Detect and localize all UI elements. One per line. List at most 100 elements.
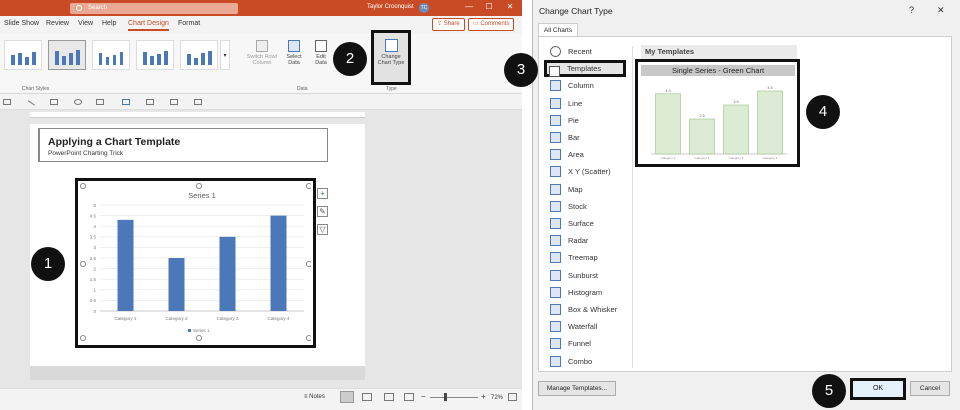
chart-category-recent[interactable]: Recent bbox=[548, 43, 628, 60]
template-chart-svg[interactable]: 4.3 Category 1 2.5 Category 2 3.5 Category 3 4… bbox=[643, 78, 793, 162]
share-button[interactable]: ⇪ Share bbox=[432, 18, 465, 31]
manage-templates-button[interactable]: Manage Templates... bbox=[538, 381, 616, 396]
template-x-tick-label: Category 1 bbox=[661, 156, 676, 160]
tab-chart-design[interactable]: Chart Design bbox=[128, 20, 169, 31]
chart-category-label: Area bbox=[568, 150, 584, 160]
chart-styles-brush-icon[interactable]: ✎ bbox=[317, 206, 328, 217]
change-chart-type-button[interactable]: Change Chart Type bbox=[371, 30, 411, 85]
comments-button[interactable]: ▭ Comments bbox=[468, 18, 515, 31]
y-tick-label: 4 bbox=[93, 224, 96, 229]
zoom-in-button[interactable]: + bbox=[481, 392, 486, 401]
chart-category-line[interactable]: Line bbox=[548, 95, 628, 112]
legend-swatch bbox=[188, 329, 191, 332]
chart-category-surface[interactable]: Surface bbox=[548, 215, 628, 232]
normal-view-button[interactable] bbox=[340, 391, 354, 403]
chart-style-4[interactable] bbox=[136, 40, 174, 70]
chart-category-pie[interactable]: Pie bbox=[548, 112, 628, 129]
zoom-level[interactable]: 72% bbox=[491, 395, 503, 401]
zoom-slider[interactable] bbox=[430, 397, 478, 398]
chart-category-column[interactable]: Column bbox=[548, 77, 628, 94]
resize-handle[interactable] bbox=[306, 183, 311, 189]
chart-category-combo[interactable]: Combo bbox=[548, 353, 628, 370]
group-icon[interactable] bbox=[146, 99, 154, 105]
template-x-tick-label: Category 4 bbox=[763, 156, 778, 160]
chart-category-bar[interactable]: Bar bbox=[548, 129, 628, 146]
fit-slide-icon[interactable] bbox=[508, 393, 517, 401]
chart-category-waterfall[interactable]: Waterfall bbox=[548, 318, 628, 335]
chart-category-radar[interactable]: Radar bbox=[548, 232, 628, 249]
arrange-icon[interactable] bbox=[96, 99, 104, 105]
chart-svg[interactable]: Series 1 0 0.5 1 1.5 2 2.5 3 3.5 4 4.5 5 Category 1 C… bbox=[80, 183, 311, 343]
zoom-out-button[interactable]: − bbox=[421, 392, 426, 401]
y-tick-label: 3 bbox=[93, 245, 96, 250]
resize-handle[interactable] bbox=[306, 335, 311, 341]
select-data-button[interactable]: Select Data bbox=[282, 40, 306, 66]
chart-category-histogram[interactable]: Histogram bbox=[548, 284, 628, 301]
chart-category-area[interactable]: Area bbox=[548, 146, 628, 163]
tab-view[interactable]: View bbox=[78, 20, 93, 27]
selection-icon[interactable] bbox=[194, 99, 202, 105]
resize-handle[interactable] bbox=[196, 183, 203, 189]
chart-category-map[interactable]: Map bbox=[548, 181, 628, 198]
text-box-icon[interactable] bbox=[50, 99, 58, 105]
y-tick-label: 2 bbox=[93, 266, 96, 271]
pie-icon bbox=[550, 114, 561, 126]
slide-title[interactable]: Applying a Chart Template bbox=[48, 136, 180, 148]
slide-subtitle[interactable]: PowerPoint Charting Trick bbox=[48, 150, 123, 157]
type-group-label: Type bbox=[386, 86, 397, 92]
minimize-icon[interactable]: — bbox=[462, 2, 476, 11]
chart-category-treemap[interactable]: Treemap bbox=[548, 249, 628, 266]
notes-button[interactable]: ≡ Notes bbox=[304, 394, 325, 400]
avatar[interactable]: TC bbox=[419, 3, 429, 13]
dialog-close-button[interactable]: ✕ bbox=[937, 5, 945, 16]
tab-format[interactable]: Format bbox=[178, 20, 200, 27]
close-icon[interactable]: ✕ bbox=[503, 2, 517, 11]
tab-all-charts[interactable]: All Charts bbox=[538, 23, 578, 37]
slide-sorter-button[interactable] bbox=[362, 393, 372, 401]
help-button[interactable]: ? bbox=[909, 5, 914, 15]
tab-help[interactable]: Help bbox=[102, 20, 116, 27]
chart-category-label: Recent bbox=[568, 47, 592, 56]
chart-style-1[interactable] bbox=[4, 40, 42, 70]
resize-handle[interactable] bbox=[80, 183, 86, 189]
chart-style-3[interactable] bbox=[92, 40, 130, 70]
edit-data-icon bbox=[315, 40, 327, 52]
bar-3 bbox=[219, 236, 236, 311]
slideshow-button[interactable] bbox=[404, 393, 414, 401]
box-whisker-icon bbox=[550, 304, 561, 315]
tab-review[interactable]: Review bbox=[46, 20, 69, 27]
chart-styles-more-button[interactable]: ▾ bbox=[220, 40, 230, 70]
chart-style-2[interactable] bbox=[48, 40, 86, 70]
zoom-slider-thumb[interactable] bbox=[444, 393, 447, 401]
chart-elements-icon[interactable]: + bbox=[317, 188, 328, 199]
share-label: Share bbox=[443, 21, 460, 27]
template-x-tick-label: Category 2 bbox=[695, 156, 710, 160]
cancel-button[interactable]: Cancel bbox=[910, 381, 950, 396]
chart-category-stock[interactable]: Stock bbox=[548, 198, 628, 215]
combo-icon bbox=[550, 355, 561, 367]
edit-data-button[interactable]: Edit Data bbox=[310, 40, 332, 66]
fill-icon[interactable] bbox=[74, 99, 82, 105]
chart-category-box-whisker[interactable]: Box & Whisker bbox=[548, 301, 628, 318]
resize-handle[interactable] bbox=[196, 334, 203, 341]
rotate-icon[interactable] bbox=[170, 99, 178, 105]
chart-category-templates[interactable]: Templates bbox=[544, 60, 626, 78]
resize-handle[interactable] bbox=[306, 261, 311, 267]
resize-handle[interactable] bbox=[80, 261, 86, 268]
chart-style-5[interactable] bbox=[180, 40, 218, 70]
chart-filter-icon[interactable]: ▽ bbox=[317, 224, 328, 235]
y-tick-label: 2.5 bbox=[90, 256, 97, 261]
search-box[interactable]: Search bbox=[70, 3, 238, 14]
maximize-icon[interactable]: ☐ bbox=[482, 2, 496, 11]
template-bar-2 bbox=[689, 118, 715, 155]
chart-category-x-y-scatter[interactable]: X Y (Scatter) bbox=[548, 163, 628, 180]
chart-category-sunburst[interactable]: Sunburst bbox=[548, 267, 628, 284]
reading-view-button[interactable] bbox=[384, 393, 394, 401]
switch-row-column-button[interactable]: Switch Row/ Column bbox=[244, 40, 280, 66]
align-icon[interactable] bbox=[122, 99, 130, 105]
shape-rect-icon[interactable] bbox=[3, 99, 11, 105]
resize-handle[interactable] bbox=[80, 334, 86, 341]
tab-slide-show[interactable]: Slide Show bbox=[4, 20, 39, 27]
chart-category-funnel[interactable]: Funnel bbox=[548, 335, 628, 352]
ok-button[interactable]: OK bbox=[850, 378, 906, 400]
